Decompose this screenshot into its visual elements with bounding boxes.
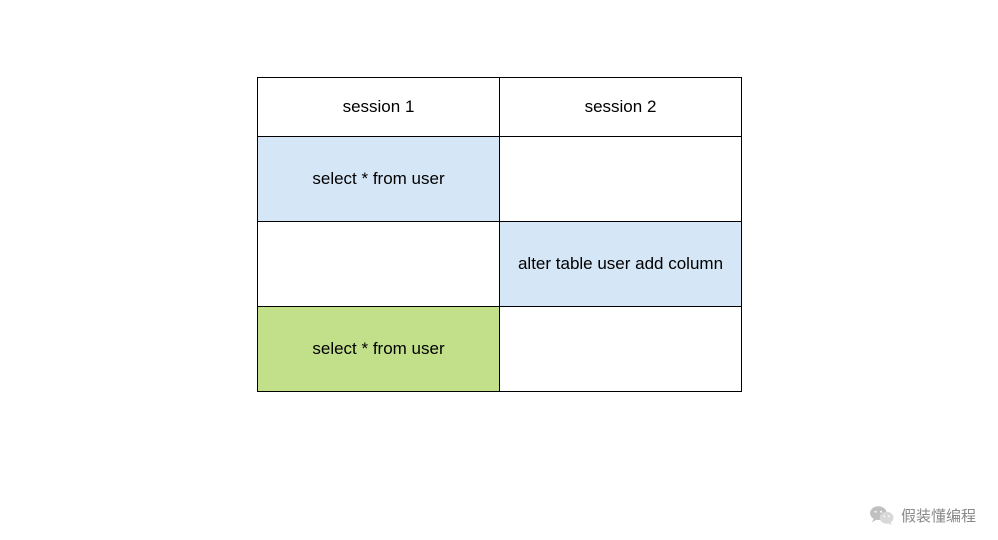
wechat-icon	[869, 504, 895, 526]
cell-r1-c1: alter table user add column	[499, 221, 742, 307]
watermark-text: 假装懂编程	[901, 505, 976, 526]
header-label: session 2	[585, 97, 657, 117]
cell-r1-c0	[257, 221, 500, 307]
header-session-1: session 1	[257, 77, 500, 137]
table-row: select * from user	[258, 137, 742, 222]
watermark: 假装懂编程	[869, 504, 976, 526]
table-header-row: session 1 session 2	[258, 78, 742, 137]
header-session-2: session 2	[499, 77, 742, 137]
cell-r2-c0: select * from user	[257, 306, 500, 392]
cell-r2-c1	[499, 306, 742, 392]
session-table: session 1 session 2 select * from user a…	[258, 78, 742, 392]
cell-r0-c1	[499, 136, 742, 222]
cell-text: alter table user add column	[518, 253, 723, 276]
header-label: session 1	[343, 97, 415, 117]
table-row: select * from user	[258, 307, 742, 392]
table-row: alter table user add column	[258, 222, 742, 307]
cell-text: select * from user	[312, 338, 444, 361]
cell-r0-c0: select * from user	[257, 136, 500, 222]
cell-text: select * from user	[312, 168, 444, 191]
